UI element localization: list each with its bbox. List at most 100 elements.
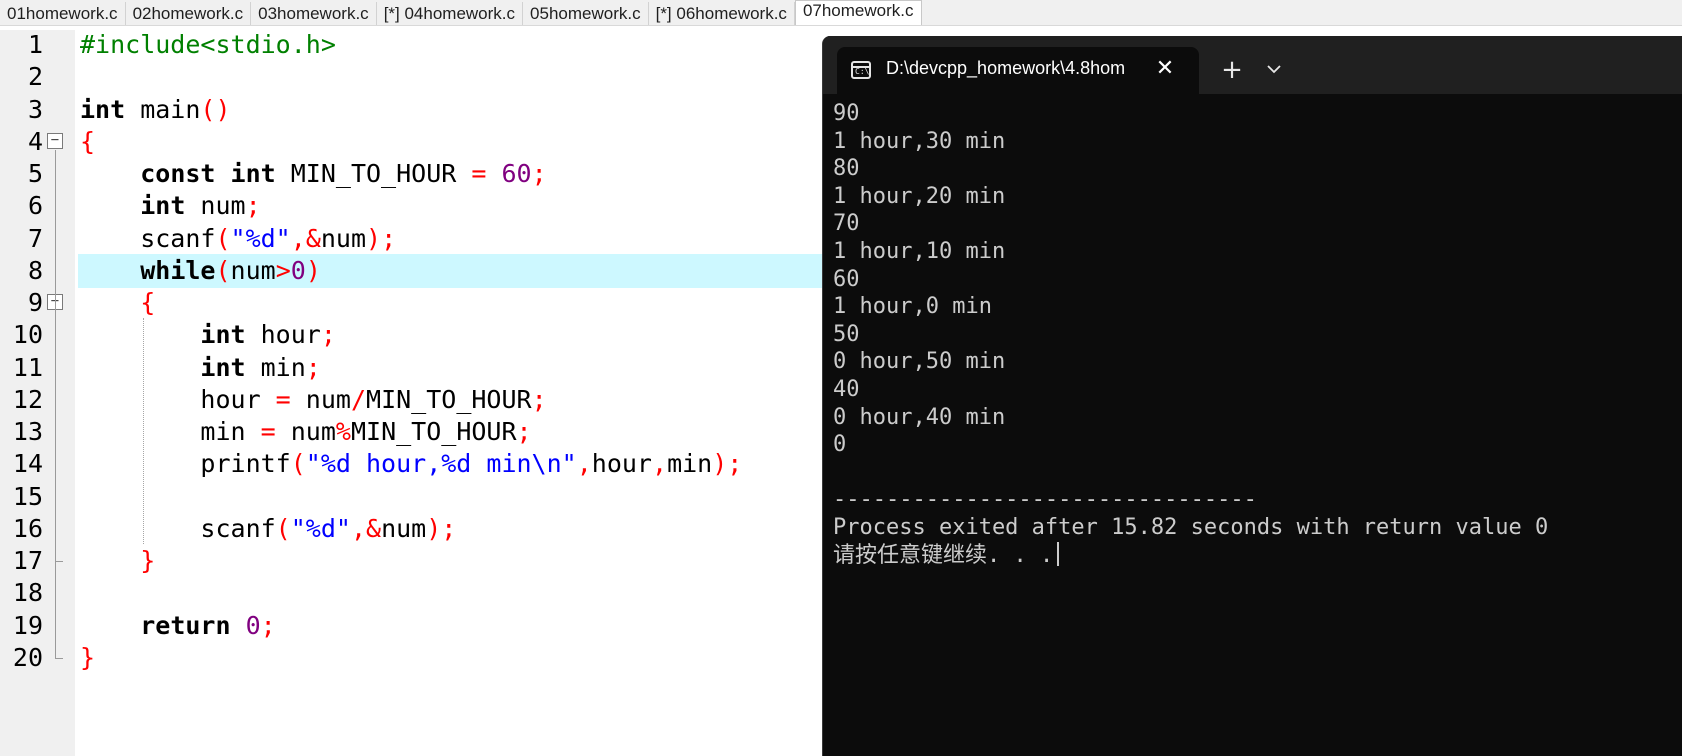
code-line-area[interactable] bbox=[78, 576, 822, 611]
new-tab-button[interactable]: + bbox=[1215, 53, 1249, 87]
code-line[interactable]: 9 { bbox=[0, 286, 822, 321]
code-line-area[interactable]: min = num%MIN_TO_HOUR; bbox=[78, 415, 822, 450]
code-line-area[interactable]: int hour; bbox=[78, 318, 822, 353]
code-line[interactable]: 18 bbox=[0, 576, 822, 611]
fold-toggle-icon[interactable]: − bbox=[47, 132, 63, 149]
code-line[interactable]: 3 int main() bbox=[0, 93, 822, 128]
code-line-area[interactable]: printf("%d hour,%d min\n",hour,min); bbox=[78, 447, 822, 482]
code-line-area[interactable]: const int MIN_TO_HOUR = 60; bbox=[78, 157, 822, 192]
line-number: 1 bbox=[27, 30, 43, 59]
code-line[interactable]: 20} bbox=[0, 641, 822, 676]
code-line[interactable]: 17 } bbox=[0, 544, 822, 579]
tab-03homework[interactable]: 03homework.c bbox=[251, 2, 377, 25]
code-line[interactable]: 15 bbox=[0, 480, 822, 515]
code-text: int min; bbox=[200, 352, 321, 382]
terminal-output-line: 1 hour,30 min bbox=[833, 128, 1006, 154]
terminal-output-line: 0 hour,50 min bbox=[833, 349, 1006, 375]
code-line-area[interactable]: int main() bbox=[78, 93, 822, 128]
code-text: int num; bbox=[140, 191, 261, 221]
code-text: while(num>0) bbox=[140, 255, 321, 285]
terminal-output-line: 90 bbox=[833, 101, 860, 126]
close-tab-button[interactable]: ✕ bbox=[1150, 54, 1180, 84]
code-line[interactable]: 19 return 0; bbox=[0, 609, 822, 644]
tab-dropdown-button[interactable] bbox=[1257, 53, 1291, 87]
terminal-output-line: 0 hour,40 min bbox=[833, 404, 1006, 430]
line-number: 10 bbox=[12, 320, 43, 350]
code-line[interactable]: 7 scanf("%d",&num); bbox=[0, 222, 822, 257]
terminal-output[interactable]: 90 1 hour,30 min 80 1 hour,20 min 70 1 hour,1… bbox=[833, 100, 1682, 756]
code-line-area[interactable]: while(num>0) bbox=[78, 253, 822, 289]
terminal-cursor bbox=[1057, 541, 1060, 566]
code-line[interactable]: 10 int hour; bbox=[0, 318, 822, 353]
indent-guide bbox=[143, 318, 144, 544]
code-line-area[interactable]: hour = num/MIN_TO_HOUR; bbox=[78, 383, 822, 418]
code-editor[interactable]: 1 #include<stdio.h> 2 3 int main() 4{−5 const… bbox=[0, 30, 822, 756]
line-number: 15 bbox=[12, 481, 43, 511]
line-number: 7 bbox=[27, 223, 43, 253]
terminal-output-line: -------------------------------- bbox=[833, 487, 1257, 513]
terminal-output-line: 50 bbox=[833, 321, 860, 347]
line-number: 18 bbox=[12, 578, 43, 608]
terminal-output-line: 0 bbox=[833, 432, 847, 458]
terminal-output-line: 1 hour,20 min bbox=[833, 183, 1006, 209]
code-line-area[interactable]: scanf("%d",&num); bbox=[78, 222, 822, 257]
code-text: { bbox=[140, 288, 156, 317]
code-line-area[interactable]: { bbox=[78, 125, 822, 160]
code-line-area[interactable]: } bbox=[78, 641, 822, 676]
terminal-output-line: 60 bbox=[833, 266, 860, 292]
code-text: } bbox=[80, 642, 96, 672]
tab-02homework[interactable]: 02homework.c bbox=[125, 2, 252, 25]
line-number: 16 bbox=[12, 513, 43, 543]
terminal-tab-title: D:\devcpp_homework\4.8hom bbox=[886, 58, 1126, 78]
console-icon: C:\ bbox=[851, 61, 871, 79]
terminal-tab[interactable]: C:\ D:\devcpp_homework\4.8hom ✕ bbox=[837, 47, 1199, 94]
tab-06homework[interactable]: [*] 06homework.c bbox=[648, 2, 795, 25]
code-line[interactable]: 12 hour = num/MIN_TO_HOUR; bbox=[0, 383, 822, 418]
line-number: 20 bbox=[12, 642, 43, 672]
line-number: 3 bbox=[27, 94, 43, 124]
code-line-area[interactable]: scanf("%d",&num); bbox=[78, 512, 822, 547]
code-line[interactable]: 14 printf("%d hour,%d min\n",hour,min); bbox=[0, 447, 822, 482]
code-text: #include<stdio.h> bbox=[80, 30, 336, 59]
tab-05homework[interactable]: 05homework.c bbox=[523, 2, 649, 25]
code-line[interactable]: 2 bbox=[0, 60, 822, 95]
code-line-area[interactable] bbox=[78, 60, 822, 95]
code-line[interactable]: 5 const int MIN_TO_HOUR = 60; bbox=[0, 157, 822, 192]
code-line-area[interactable]: int num; bbox=[78, 189, 822, 224]
line-number: 13 bbox=[12, 417, 43, 446]
terminal-window[interactable]: C:\ D:\devcpp_homework\4.8hom ✕ + 90 1 ho… bbox=[822, 36, 1682, 756]
code-line[interactable]: 11 int min; bbox=[0, 351, 822, 386]
code-line-area[interactable]: { bbox=[78, 286, 822, 321]
line-number: 2 bbox=[27, 62, 43, 92]
code-text: scanf("%d",&num); bbox=[80, 513, 457, 543]
tab-07homework[interactable]: 07homework.c bbox=[794, 0, 922, 25]
line-number: 14 bbox=[12, 449, 43, 479]
tab-01homework[interactable]: 01homework.c bbox=[0, 2, 126, 25]
code-line-area[interactable]: int min; bbox=[78, 351, 822, 386]
terminal-output-line: 80 bbox=[833, 156, 860, 182]
line-number: 9 bbox=[27, 288, 43, 317]
code-text: printf("%d hour,%d min\n",hour,min); bbox=[80, 449, 743, 479]
terminal-output-line: 请按任意键继续. . . bbox=[833, 541, 1060, 570]
terminal-output-line: 70 bbox=[833, 211, 860, 237]
code-line[interactable]: 13 min = num%MIN_TO_HOUR; bbox=[0, 415, 822, 450]
line-number: 4 bbox=[27, 126, 43, 156]
code-line-area[interactable]: } bbox=[78, 544, 822, 579]
tab-04homework[interactable]: [*] 04homework.c bbox=[376, 2, 524, 25]
code-line[interactable]: 6 int num; bbox=[0, 189, 822, 224]
terminal-output-line: 1 hour,10 min bbox=[833, 239, 1006, 264]
code-text: int hour; bbox=[200, 320, 336, 350]
code-line[interactable]: 4{ bbox=[0, 125, 822, 160]
terminal-output-line: 1 hour,0 min bbox=[833, 294, 992, 320]
code-line[interactable]: 16 scanf("%d",&num); bbox=[0, 512, 822, 547]
code-line-area[interactable]: return 0; bbox=[78, 609, 822, 644]
terminal-output-line: Process exited after 15.82 seconds with … bbox=[833, 515, 1549, 540]
line-number: 6 bbox=[27, 191, 43, 221]
line-number: 17 bbox=[12, 546, 43, 575]
code-text: return 0; bbox=[140, 610, 276, 640]
code-line[interactable]: 8 while(num>0) bbox=[0, 253, 822, 289]
code-line-area[interactable] bbox=[78, 480, 822, 515]
code-line[interactable]: 1 #include<stdio.h> bbox=[0, 30, 822, 63]
terminal-title-bar: C:\ D:\devcpp_homework\4.8hom ✕ + bbox=[823, 36, 1682, 94]
code-line-area[interactable]: #include<stdio.h> bbox=[78, 30, 822, 63]
